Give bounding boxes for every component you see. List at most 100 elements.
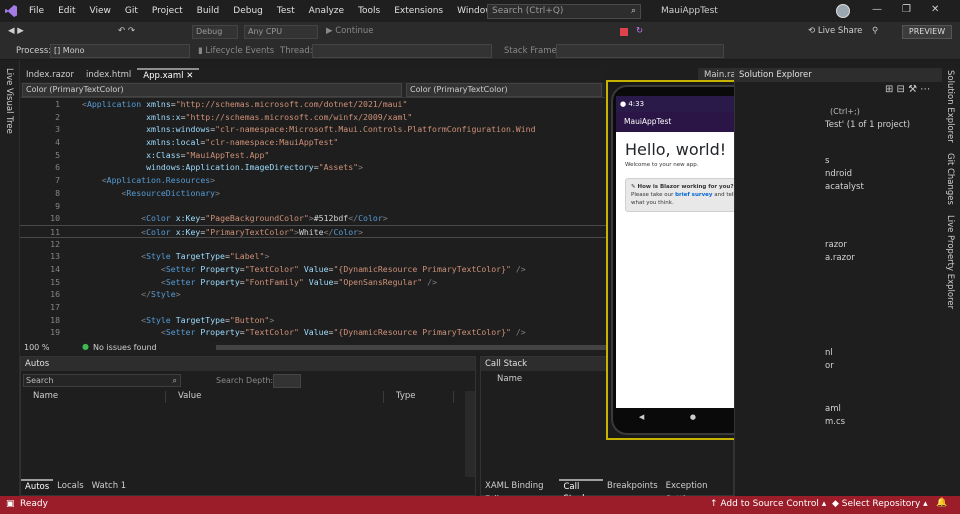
solution-search-hint: (Ctrl+;) [830, 107, 860, 116]
code-line[interactable]: 15 <Setter Property="FontFamily" Value="… [20, 276, 606, 289]
solution-tree-item[interactable]: razor [825, 240, 847, 250]
thread-label: Thread: [280, 46, 313, 56]
process-combo[interactable]: [] Mono [50, 44, 190, 58]
tab-breakpoints[interactable]: Breakpoints [603, 479, 662, 493]
code-line[interactable]: 7 <Application.Resources> [20, 174, 606, 187]
zoom-level[interactable]: 100 % [24, 343, 49, 352]
code-editor[interactable]: 1 <Application xmlns="http://schemas.micr… [20, 98, 606, 342]
menu-item-git[interactable]: Git [118, 6, 145, 16]
code-line[interactable]: 4 xmlns:local="clr-namespace:MauiAppTest… [20, 136, 606, 149]
line-number: 14 [50, 263, 60, 274]
code-line[interactable]: 3 xmlns:windows="clr-namespace:Microsoft… [20, 123, 606, 136]
code-line[interactable]: 19 <Setter Property="TextColor" Value="{… [20, 326, 606, 339]
live-share-button[interactable]: ⟲ Live Share [808, 22, 862, 40]
autos-column-type[interactable]: Type [384, 391, 454, 403]
right-strip-tab[interactable]: Live Property Explorer [945, 215, 955, 309]
tab-locals[interactable]: Locals [53, 479, 87, 493]
code-line[interactable]: 14 <Setter Property="TextColor" Value="{… [20, 263, 606, 276]
close-tab-icon[interactable]: ✕ [184, 71, 193, 81]
solution-tree-item[interactable]: or [825, 361, 834, 371]
code-line[interactable]: 1 <Application xmlns="http://schemas.micr… [20, 98, 606, 111]
person-icon[interactable]: ⚲ [872, 22, 878, 40]
lifecycle-events[interactable]: ▮ Lifecycle Events [198, 42, 274, 60]
restart-icon[interactable]: ↻ [636, 22, 643, 40]
code-line[interactable]: 16 </Style> [20, 288, 606, 301]
autos-column-name[interactable]: Name [21, 391, 166, 403]
line-number: 4 [55, 137, 60, 148]
menu-item-test[interactable]: Test [270, 6, 302, 16]
back-forward-icon[interactable]: ◀ ▶ [8, 22, 24, 40]
close-icon[interactable]: ✕ [931, 4, 939, 15]
survey-link[interactable]: brief survey [675, 192, 712, 198]
search-depth-combo[interactable] [273, 374, 301, 388]
solution-tree-item[interactable]: s [825, 156, 829, 166]
solution-tree-item[interactable]: ndroid [825, 169, 852, 179]
menu-item-extensions[interactable]: Extensions [387, 6, 450, 16]
stack-frame-label: Stack Frame: [504, 46, 560, 56]
menu-item-edit[interactable]: Edit [51, 6, 82, 16]
select-repository[interactable]: ◆ Select Repository ▴ [832, 499, 928, 509]
solution-tree-item[interactable]: nl [825, 348, 833, 358]
continue-button[interactable]: ▶ Continue [326, 22, 373, 40]
autos-scrollbar[interactable] [465, 391, 475, 477]
solution-tree-item[interactable]: Test' (1 of 1 project) [825, 120, 910, 130]
code-line[interactable]: 9 [20, 200, 606, 213]
code-line[interactable]: 5 x:Class="MauiAppTest.App" [20, 149, 606, 162]
platform-combo[interactable]: Any CPU [244, 25, 318, 39]
code-line[interactable]: 12 [20, 238, 606, 251]
tab-exception-setting[interactable]: Exception Setting [662, 479, 733, 505]
code-line[interactable]: 2 xmlns:x="http://schemas.microsoft.com/… [20, 111, 606, 124]
menu-item-view[interactable]: View [83, 6, 118, 16]
solution-tree-item[interactable]: acatalyst [825, 182, 864, 192]
tab-xaml-binding-fail-[interactable]: XAML Binding Fail... [481, 479, 559, 505]
line-number: 10 [50, 213, 60, 224]
android-home-icon[interactable]: ● [690, 408, 696, 426]
menu-item-build[interactable]: Build [190, 6, 227, 16]
right-strip-tab[interactable]: Git Changes [945, 153, 955, 205]
thread-combo[interactable] [312, 44, 492, 58]
solution-explorer-title: Solution Explorer [735, 68, 942, 82]
tab-index-razor[interactable]: Index.razor [20, 68, 80, 82]
add-to-source-control[interactable]: ↑ Add to Source Control ▴ [710, 499, 826, 509]
menu-item-analyze[interactable]: Analyze [302, 6, 351, 16]
issues-text[interactable]: No issues found [93, 343, 157, 352]
menu-item-debug[interactable]: Debug [226, 6, 270, 16]
code-line[interactable]: 10 <Color x:Key="PageBackgroundColor">#5… [20, 212, 606, 225]
search-input[interactable]: Search (Ctrl+Q) ⌕ [487, 4, 641, 19]
android-back-icon[interactable]: ◀ [639, 408, 644, 426]
autos-search[interactable]: Search ⌕ [23, 374, 181, 387]
search-icon: ⌕ [630, 6, 636, 16]
notifications-icon[interactable]: 🔔 [936, 498, 947, 508]
solution-tree-item[interactable]: a.razor [825, 253, 855, 263]
nav-combo-left[interactable]: Color (PrimaryTextColor) [22, 83, 402, 97]
menu-item-tools[interactable]: Tools [351, 6, 387, 16]
avatar[interactable] [836, 4, 850, 18]
undo-redo-icon[interactable]: ↶ ↷ [118, 22, 135, 40]
tab-call-stack[interactable]: Call Stack [559, 479, 604, 504]
minimize-icon[interactable]: — [872, 4, 882, 15]
code-line[interactable]: 8 <ResourceDictionary> [20, 187, 606, 200]
live-visual-tree-tab[interactable]: Live Visual Tree [4, 68, 14, 134]
stop-icon[interactable] [620, 28, 628, 36]
config-combo[interactable]: Debug [192, 25, 238, 39]
tab-autos[interactable]: Autos [21, 479, 54, 493]
preview-badge[interactable]: PREVIEW [902, 25, 952, 39]
solution-tree-item[interactable]: m.cs [825, 417, 845, 427]
tab-watch-1[interactable]: Watch 1 [88, 479, 131, 493]
stack-frame-combo[interactable] [556, 44, 724, 58]
code-line[interactable]: 17 [20, 301, 606, 314]
code-line[interactable]: 13 <Style TargetType="Label"> [20, 250, 606, 263]
code-line[interactable]: 18 <Style TargetType="Button"> [20, 314, 606, 327]
right-strip-tab[interactable]: Solution Explorer [945, 70, 955, 143]
nav-combo-right[interactable]: Color (PrimaryTextColor) [406, 83, 602, 97]
tab-app-xaml[interactable]: App.xaml ✕ [137, 68, 200, 82]
restore-icon[interactable]: ❐ [902, 4, 911, 15]
solution-tree-item[interactable]: aml [825, 404, 841, 414]
code-line[interactable]: 6 windows:Application.ImageDirectory="As… [20, 161, 606, 174]
menu-item-file[interactable]: File [22, 6, 51, 16]
menu-item-project[interactable]: Project [145, 6, 190, 16]
horizontal-scrollbar[interactable] [216, 345, 610, 350]
code-line[interactable]: 11 <Color x:Key="PrimaryTextColor">White… [20, 224, 606, 238]
autos-column-value[interactable]: Value [166, 391, 384, 403]
tab-index-html[interactable]: index.html [80, 68, 137, 82]
